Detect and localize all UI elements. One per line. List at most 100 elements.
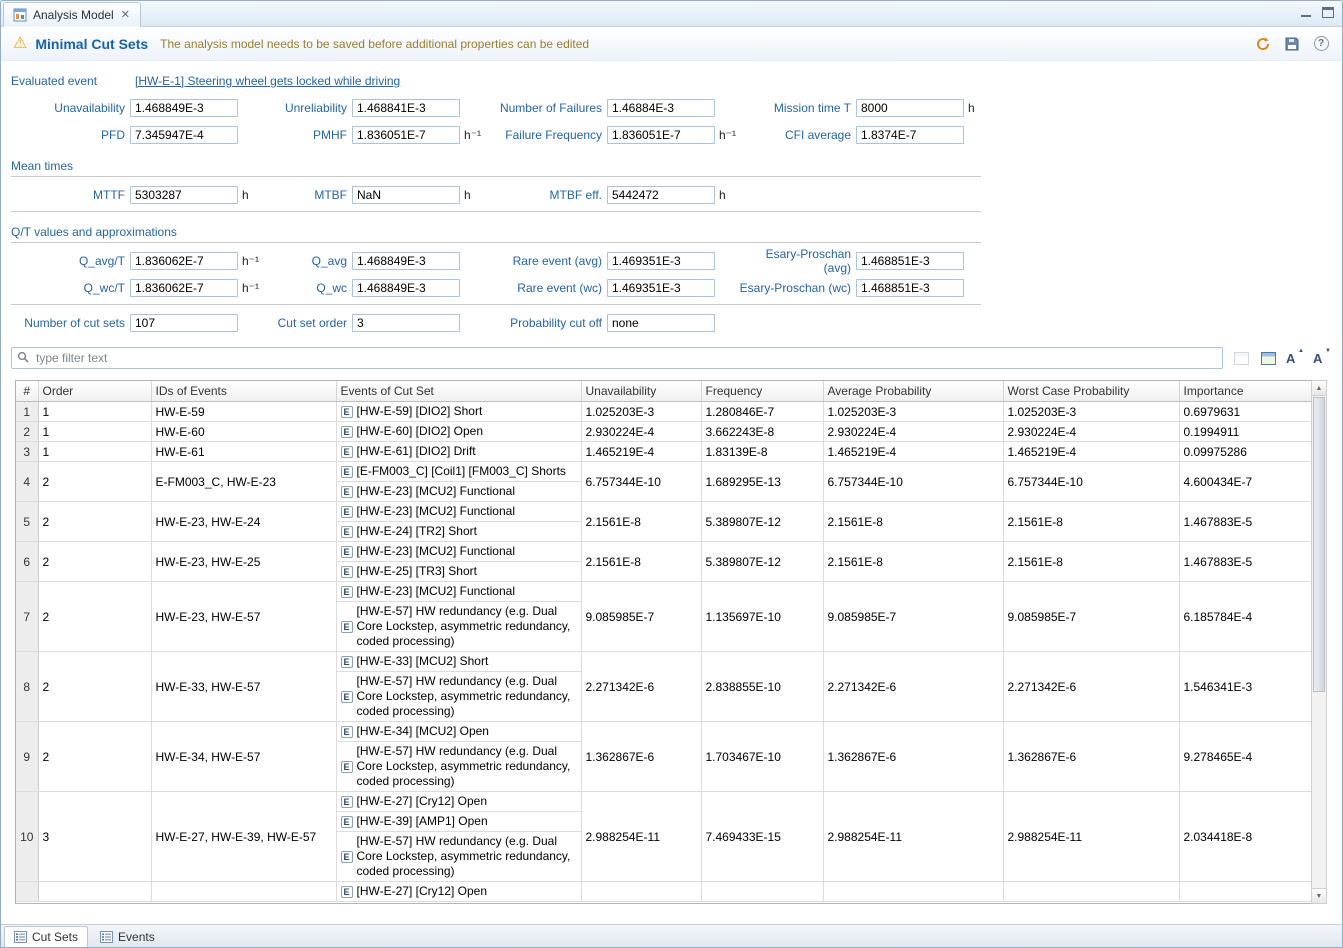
event-entry: E[HW-E-57] HW redundancy (e.g. Dual Core… — [337, 831, 581, 881]
column-header-importance[interactable]: Importance — [1179, 381, 1311, 402]
font-decrease-icon[interactable]: A▼ — [1313, 351, 1331, 366]
field-input-cfi-average[interactable] — [856, 126, 964, 144]
cell-average-probability: 1.465219E-4 — [823, 442, 1003, 462]
cut-set-row[interactable]: 82HW-E-33, HW-E-57E[HW-E-33] [MCU2] Shor… — [16, 652, 1311, 722]
cell-number: 1 — [16, 402, 38, 422]
cell-events: E[HW-E-23] [MCU2] FunctionalE[HW-E-24] [… — [336, 502, 581, 542]
field-input-q-avg-t[interactable] — [130, 252, 238, 270]
field-input-mtbf-eff[interactable] — [607, 186, 715, 204]
maximize-button[interactable] — [1322, 7, 1334, 18]
field-input-number-of-cut-sets[interactable] — [130, 314, 238, 332]
parameter-cell: Esary-Proschan (wc) — [739, 279, 988, 297]
cell-events: E[HW-E-23] [MCU2] FunctionalE[HW-E-25] [… — [336, 542, 581, 582]
cell-event-ids: HW-E-61 — [151, 442, 336, 462]
configure-columns-icon[interactable] — [1259, 349, 1277, 367]
cell-unavailability: 2.271342E-6 — [581, 652, 701, 722]
parameter-cell: Rare event (wc) — [484, 279, 739, 297]
field-label-mttf: MTTF — [11, 188, 130, 202]
column-header-unavailability[interactable]: Unavailability — [581, 381, 701, 402]
field-input-esary-proschan-wc[interactable] — [856, 279, 964, 297]
cell-event-ids — [151, 882, 336, 902]
vertical-scrollbar[interactable]: ▲ ▼ — [1311, 380, 1327, 904]
parameter-cell: MTBF eff.h — [484, 186, 739, 204]
tab-cut-sets[interactable]: Cut Sets — [4, 926, 88, 947]
tab-analysis-model[interactable]: Analysis Model ✕ — [3, 2, 141, 27]
column-header-order[interactable]: Order — [38, 381, 151, 402]
column-header-frequency[interactable]: Frequency — [701, 381, 823, 402]
cut-set-row[interactable]: E[HW-E-27] [Cry12] Open — [16, 882, 1311, 902]
cell-number: 5 — [16, 502, 38, 542]
cell-importance: 1.467883E-5 — [1179, 502, 1311, 542]
cell-number: 3 — [16, 442, 38, 462]
field-input-mission-time-t[interactable] — [856, 99, 964, 117]
column-header-item[interactable]: # — [16, 381, 38, 402]
cell-importance: 0.6979631 — [1179, 402, 1311, 422]
cell-worst-case-probability: 1.465219E-4 — [1003, 442, 1179, 462]
evaluated-event-link[interactable]: [HW-E-1] Steering wheel gets locked whil… — [135, 74, 400, 88]
field-input-unavailability[interactable] — [130, 99, 238, 117]
event-icon: E — [341, 546, 353, 558]
scrollbar-thumb[interactable] — [1313, 397, 1325, 692]
field-input-q-wc[interactable] — [352, 279, 460, 297]
field-input-unreliability[interactable] — [352, 99, 460, 117]
cut-set-row[interactable]: 72HW-E-23, HW-E-57E[HW-E-23] [MCU2] Func… — [16, 582, 1311, 652]
field-input-mtbf[interactable] — [352, 186, 460, 204]
field-input-esary-proschan-avg[interactable] — [856, 252, 964, 270]
tab-events-label: Events — [118, 930, 155, 944]
parameter-cell: Esary-Proschan (avg) — [739, 247, 988, 275]
tab-events[interactable]: Events — [90, 926, 165, 947]
minimize-button[interactable] — [1300, 7, 1312, 18]
recalculate-icon[interactable] — [1254, 35, 1272, 53]
field-input-number-of-failures[interactable] — [607, 99, 715, 117]
filter-input[interactable] — [34, 350, 1217, 366]
event-label: [HW-E-27] [Cry12] Open — [357, 794, 488, 809]
column-header-events-of-cut-set[interactable]: Events of Cut Set — [336, 381, 581, 402]
field-unit: h⁻¹ — [238, 281, 262, 295]
field-input-mttf[interactable] — [130, 186, 238, 204]
event-icon: E — [341, 466, 353, 478]
tab-cut-sets-label: Cut Sets — [32, 930, 78, 944]
field-input-probability-cut-off[interactable] — [607, 314, 715, 332]
cut-set-row[interactable]: 11HW-E-59E[HW-E-59] [DIO2] Short1.025203… — [16, 402, 1311, 422]
field-input-q-avg[interactable] — [352, 252, 460, 270]
field-input-pfd[interactable] — [130, 126, 238, 144]
cell-average-probability — [823, 882, 1003, 902]
event-icon: E — [341, 656, 353, 668]
export-icon[interactable] — [1232, 349, 1250, 367]
cell-average-probability: 2.1561E-8 — [823, 502, 1003, 542]
scroll-up-icon[interactable]: ▲ — [1312, 381, 1326, 396]
field-label-q-wc: Q_wc — [262, 281, 352, 295]
field-input-q-wc-t[interactable] — [130, 279, 238, 297]
field-input-rare-event-avg[interactable] — [607, 252, 715, 270]
field-input-rare-event-wc[interactable] — [607, 279, 715, 297]
font-increase-icon[interactable]: A▲ — [1286, 351, 1304, 366]
cut-set-row[interactable]: 103HW-E-27, HW-E-39, HW-E-57E[HW-E-27] [… — [16, 792, 1311, 882]
cut-set-row[interactable]: 52HW-E-23, HW-E-24E[HW-E-23] [MCU2] Func… — [16, 502, 1311, 542]
field-input-failure-frequency[interactable] — [607, 126, 715, 144]
cell-number: 2 — [16, 422, 38, 442]
field-input-cut-set-order[interactable] — [352, 314, 460, 332]
cut-set-row[interactable]: 92HW-E-34, HW-E-57E[HW-E-34] [MCU2] Open… — [16, 722, 1311, 792]
cell-unavailability: 2.1561E-8 — [581, 502, 701, 542]
help-icon[interactable]: ? — [1312, 35, 1330, 53]
event-label: [HW-E-33] [MCU2] Short — [357, 654, 489, 669]
column-header-average-probability[interactable]: Average Probability — [823, 381, 1003, 402]
save-icon[interactable] — [1283, 35, 1301, 53]
column-header-ids-of-events[interactable]: IDs of Events — [151, 381, 336, 402]
cell-frequency: 5.389807E-12 — [701, 502, 823, 542]
cut-set-row[interactable]: 42E-FM003_C, HW-E-23E[E-FM003_C] [Coil1]… — [16, 462, 1311, 502]
cut-set-row[interactable]: 62HW-E-23, HW-E-25E[HW-E-23] [MCU2] Func… — [16, 542, 1311, 582]
cut-set-row[interactable]: 31HW-E-61E[HW-E-61] [DIO2] Drift1.465219… — [16, 442, 1311, 462]
column-header-worst-case-probability[interactable]: Worst Case Probability — [1003, 381, 1179, 402]
cut-sets-form: Evaluated event [HW-E-1] Steering wheel … — [1, 61, 1342, 924]
close-icon[interactable]: ✕ — [120, 8, 131, 21]
cell-unavailability: 2.988254E-11 — [581, 792, 701, 882]
cut-set-row[interactable]: 21HW-E-60E[HW-E-60] [DIO2] Open2.930224E… — [16, 422, 1311, 442]
cell-order: 3 — [38, 792, 151, 882]
cell-number: 8 — [16, 652, 38, 722]
scroll-down-icon[interactable]: ▼ — [1312, 888, 1326, 903]
field-label-mission-time-t: Mission time T — [739, 101, 856, 115]
field-input-pmhf[interactable] — [352, 126, 460, 144]
parameter-cell: Q_wc — [262, 279, 484, 297]
parameter-cell: PMHFh⁻¹ — [262, 126, 484, 144]
